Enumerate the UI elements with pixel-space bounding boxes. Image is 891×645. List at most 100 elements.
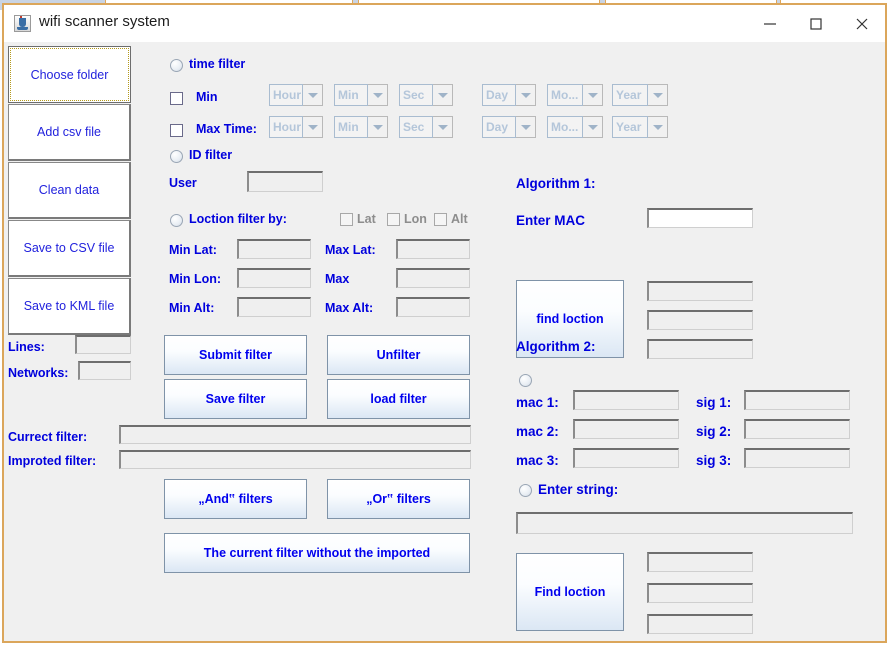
- enter-string-input[interactable]: [516, 512, 853, 534]
- load-filter-label: load filter: [370, 392, 427, 406]
- choose-folder-button[interactable]: Choose folder: [8, 46, 131, 103]
- min-second-combo[interactable]: Sec: [399, 84, 453, 106]
- chevron-down-icon[interactable]: [368, 84, 388, 106]
- unfilter-label: Unfilter: [376, 348, 421, 362]
- mac-3-input[interactable]: [573, 448, 679, 468]
- alt-checkbox[interactable]: [434, 213, 447, 226]
- max-second-combo[interactable]: Sec: [399, 116, 453, 138]
- or-filters-button[interactable]: „Or‟ filters: [327, 479, 470, 519]
- min-month-combo[interactable]: Mo...: [547, 84, 603, 106]
- max-year-combo[interactable]: Year: [612, 116, 668, 138]
- and-filters-button[interactable]: „And‟ filters: [164, 479, 307, 519]
- min-lon-input[interactable]: [237, 268, 311, 288]
- min-lat-input[interactable]: [237, 239, 311, 259]
- max-lon-label: Max: [325, 272, 350, 286]
- chevron-down-icon[interactable]: [433, 116, 453, 138]
- min-month-value: Mo...: [547, 84, 583, 106]
- min-alt-input[interactable]: [237, 297, 311, 317]
- min-time-checkbox[interactable]: [170, 92, 183, 105]
- lat-checkbox[interactable]: [340, 213, 353, 226]
- filter-without-imported-label: The current filter without the imported: [203, 546, 431, 560]
- maximize-button[interactable]: [793, 5, 839, 42]
- enter-string-label: Enter string:: [538, 482, 619, 497]
- and-filters-label: „And‟ filters: [198, 492, 273, 506]
- chevron-down-icon[interactable]: [583, 116, 603, 138]
- lines-value-field[interactable]: [75, 335, 131, 354]
- max-lat-input[interactable]: [396, 239, 470, 259]
- chevron-down-icon[interactable]: [433, 84, 453, 106]
- max-lat-label: Max Lat:: [325, 243, 376, 257]
- choose-folder-label: Choose folder: [30, 67, 109, 82]
- imported-filter-field[interactable]: [119, 450, 471, 469]
- enter-mac-input[interactable]: [647, 208, 753, 228]
- sig-1-label: sig 1:: [696, 395, 732, 410]
- sig-2-label: sig 2:: [696, 424, 732, 439]
- algorithm1-result-3[interactable]: [647, 339, 753, 359]
- lines-label: Lines:: [8, 340, 45, 354]
- chevron-down-icon[interactable]: [648, 116, 668, 138]
- id-filter-label: ID filter: [189, 148, 233, 162]
- or-filters-label: „Or‟ filters: [366, 492, 431, 506]
- algorithm2-find-location-button[interactable]: Find loction: [516, 553, 624, 631]
- window-title: wifi scanner system: [39, 13, 170, 30]
- submit-filter-button[interactable]: Submit filter: [164, 335, 307, 375]
- algorithm1-result-1[interactable]: [647, 281, 753, 301]
- chevron-down-icon[interactable]: [516, 116, 536, 138]
- min-minute-combo[interactable]: Min: [334, 84, 388, 106]
- close-icon: [856, 18, 868, 29]
- minimize-button[interactable]: [747, 5, 793, 42]
- max-time-checkbox[interactable]: [170, 124, 183, 137]
- location-filter-radio[interactable]: [170, 214, 183, 227]
- current-filter-field[interactable]: [119, 425, 471, 444]
- max-lon-input[interactable]: [396, 268, 470, 288]
- time-filter-radio[interactable]: [170, 59, 183, 72]
- clean-data-button[interactable]: Clean data: [8, 162, 131, 219]
- min-year-combo[interactable]: Year: [612, 84, 668, 106]
- chevron-down-icon[interactable]: [303, 116, 323, 138]
- filter-without-imported-button[interactable]: The current filter without the imported: [164, 533, 470, 573]
- java-coffee-cup-icon: [14, 15, 31, 32]
- algorithm1-result-2[interactable]: [647, 310, 753, 330]
- min-minute-value: Min: [334, 84, 368, 106]
- max-minute-combo[interactable]: Min: [334, 116, 388, 138]
- min-time-label: Min: [196, 90, 218, 104]
- add-csv-file-label: Add csv file: [37, 125, 101, 139]
- max-hour-combo[interactable]: Hour: [269, 116, 323, 138]
- save-to-csv-button[interactable]: Save to CSV file: [8, 220, 131, 277]
- min-hour-combo[interactable]: Hour: [269, 84, 323, 106]
- chevron-down-icon[interactable]: [368, 116, 388, 138]
- lon-checkbox[interactable]: [387, 213, 400, 226]
- max-alt-label: Max Alt:: [325, 301, 374, 315]
- chevron-down-icon[interactable]: [648, 84, 668, 106]
- sig-2-input[interactable]: [744, 419, 850, 439]
- max-month-combo[interactable]: Mo...: [547, 116, 603, 138]
- mac-1-input[interactable]: [573, 390, 679, 410]
- close-button[interactable]: [839, 5, 885, 42]
- mac-2-input[interactable]: [573, 419, 679, 439]
- sig-1-input[interactable]: [744, 390, 850, 410]
- add-csv-file-button[interactable]: Add csv file: [8, 104, 131, 161]
- id-filter-radio[interactable]: [170, 150, 183, 163]
- time-filter-label: time filter: [189, 57, 246, 71]
- mac-1-label: mac 1:: [516, 395, 559, 410]
- chevron-down-icon[interactable]: [303, 84, 323, 106]
- algorithm2-result-2[interactable]: [647, 583, 753, 603]
- enter-string-radio[interactable]: [519, 484, 532, 497]
- chevron-down-icon[interactable]: [516, 84, 536, 106]
- max-alt-input[interactable]: [396, 297, 470, 317]
- save-to-kml-button[interactable]: Save to KML file: [8, 278, 131, 335]
- sig-3-input[interactable]: [744, 448, 850, 468]
- user-input[interactable]: [247, 171, 323, 192]
- chevron-down-icon[interactable]: [583, 84, 603, 106]
- min-day-combo[interactable]: Day: [482, 84, 536, 106]
- algorithm2-find-location-label: Find loction: [534, 585, 606, 599]
- algorithm2-result-1[interactable]: [647, 552, 753, 572]
- save-filter-button[interactable]: Save filter: [164, 379, 307, 419]
- algorithm2-result-3[interactable]: [647, 614, 753, 634]
- save-to-csv-label: Save to CSV file: [23, 241, 115, 255]
- max-day-combo[interactable]: Day: [482, 116, 536, 138]
- load-filter-button[interactable]: load filter: [327, 379, 470, 419]
- algorithm2-mac-mode-radio[interactable]: [519, 374, 532, 387]
- networks-value-field[interactable]: [78, 361, 131, 380]
- unfilter-button[interactable]: Unfilter: [327, 335, 470, 375]
